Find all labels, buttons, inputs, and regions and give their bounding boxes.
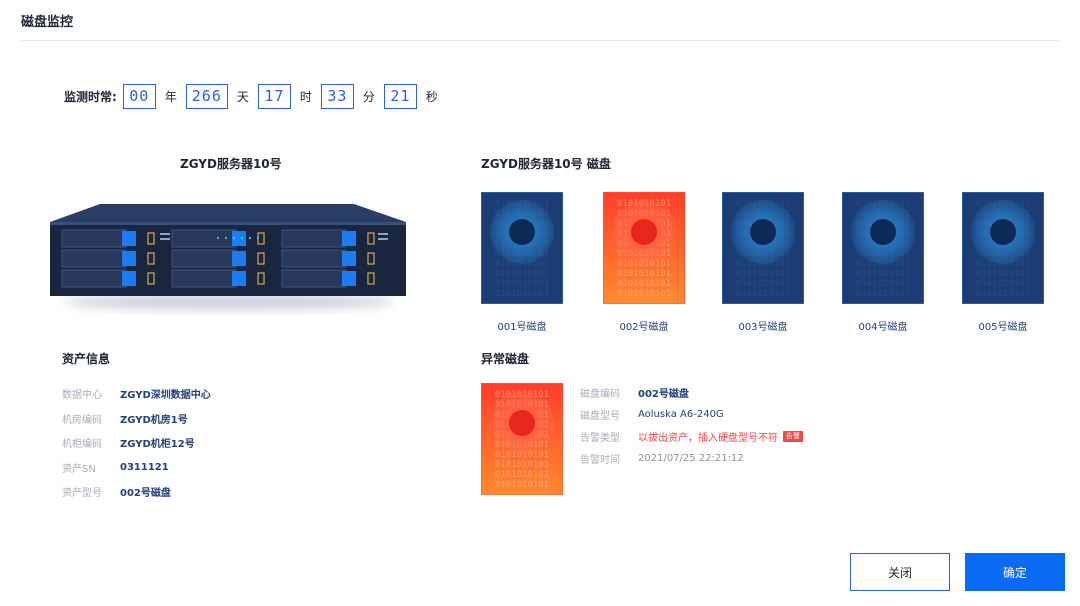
disk-4-label: 004号磁盘 [858, 322, 908, 333]
hours-value: 17 [257, 83, 291, 109]
asset-info-row: 数据中心 ZGYD深圳数据中心 [62, 386, 211, 401]
years-unit: 年 [164, 89, 177, 104]
monitor-duration: 监测时常: 00 年 266 天 17 时 33 分 21 秒 [64, 83, 447, 109]
svg-text:0101010101: 0101010101 [617, 269, 671, 279]
server-icon [50, 204, 406, 310]
asset-info-value: ZGYD机房1号 [120, 414, 188, 426]
disk-3-icon[interactable]: 0101010101010101010101010101010101010101… [722, 192, 804, 304]
svg-text:0101010101: 0101010101 [976, 289, 1030, 299]
minutes-unit: 分 [362, 89, 375, 104]
asset-info-key: 机房编码 [62, 414, 102, 426]
abnormal-time-row: 告警时间 2021/07/25 22:21:12 [580, 451, 744, 466]
monitor-label: 监测时常: [64, 89, 117, 104]
disk-3-label: 003号磁盘 [738, 322, 788, 333]
seconds-unit: 秒 [425, 89, 438, 104]
svg-text:0101010101: 0101010101 [495, 460, 549, 470]
asset-info-key: 数据中心 [62, 390, 102, 401]
asset-info-row: 机房编码 ZGYD机房1号 [62, 411, 188, 426]
minutes-value: 33 [320, 83, 354, 109]
asset-info-row: 资产SN 0311121 [62, 460, 169, 475]
abnormal-code-key: 磁盘编码 [580, 389, 620, 400]
abnormal-disk-title: 异常磁盘 [481, 352, 530, 366]
abnormal-type-row: 告警类型 以拔出资产，插入硬盘型号不符 告警 [580, 429, 803, 444]
svg-text:0101010101: 0101010101 [976, 279, 1030, 289]
disks-title: ZGYD服务器10号 磁盘 [481, 157, 611, 171]
abnormal-type-key: 告警类型 [580, 433, 620, 444]
abnormal-model-key: 磁盘型号 [580, 411, 620, 422]
asset-info-value: ZGYD深圳数据中心 [120, 390, 211, 401]
disk-5-icon[interactable]: 0101010101010101010101010101010101010101… [962, 192, 1044, 304]
svg-text:0101010101: 0101010101 [617, 279, 671, 289]
page-title: 磁盘监控 [21, 15, 74, 30]
disk-1-label: 001号磁盘 [497, 322, 547, 333]
abnormal-disk-icon: 0101010101010101010101010101010101010101… [481, 383, 563, 495]
abnormal-code-row: 磁盘编码 002号磁盘 [580, 385, 689, 400]
asset-info-key: 资产SN [62, 463, 96, 475]
svg-text:0101010101: 0101010101 [736, 269, 790, 279]
svg-text:0101010101: 0101010101 [495, 480, 549, 490]
svg-text:0101010101: 0101010101 [976, 269, 1030, 279]
asset-info-key: 机柜编码 [62, 439, 102, 450]
days-value: 266 [185, 83, 228, 109]
confirm-button[interactable]: 确定 [965, 553, 1065, 591]
asset-info-row: 资产型号 002号磁盘 [62, 484, 171, 499]
abnormal-time-value: 2021/07/25 22:21:12 [638, 453, 744, 464]
disk-1-icon[interactable]: 0101010101010101010101010101010101010101… [481, 192, 563, 304]
disk-2-label: 002号磁盘 [619, 322, 669, 333]
asset-info-value: 0311121 [120, 461, 169, 473]
asset-info-value: ZGYD机柜12号 [120, 439, 195, 450]
svg-text:0101010101: 0101010101 [856, 279, 910, 289]
abnormal-code-value: 002号磁盘 [638, 389, 689, 400]
abnormal-type-value: 以拔出资产，插入硬盘型号不符 [638, 433, 778, 444]
svg-text:0101010101: 0101010101 [736, 279, 790, 289]
svg-text:0101010101: 0101010101 [617, 289, 671, 299]
svg-text:0101010101: 0101010101 [856, 269, 910, 279]
server-title: ZGYD服务器10号 [180, 157, 282, 171]
close-button[interactable]: 关闭 [850, 553, 950, 591]
svg-text:0101010101: 0101010101 [856, 289, 910, 299]
abnormal-time-key: 告警时间 [580, 455, 620, 466]
hours-unit: 时 [299, 89, 312, 104]
svg-text:0101010101: 0101010101 [495, 470, 549, 480]
asset-info-value: 002号磁盘 [120, 488, 171, 499]
disk-5-label: 005号磁盘 [978, 322, 1028, 333]
asset-info-row: 机柜编码 ZGYD机柜12号 [62, 435, 195, 450]
svg-text:0101010101: 0101010101 [495, 289, 549, 299]
alert-badge: 告警 [783, 431, 803, 442]
svg-text:0101010101: 0101010101 [736, 289, 790, 299]
title-divider [21, 40, 1059, 41]
abnormal-model-value: Aoluska A6-240G [638, 409, 724, 420]
abnormal-model-row: 磁盘型号 Aoluska A6-240G [580, 407, 724, 422]
asset-info-title: 资产信息 [62, 352, 111, 366]
disk-2-icon[interactable]: 0101010101010101010101010101010101010101… [603, 192, 685, 304]
asset-info-key: 资产型号 [62, 488, 102, 499]
seconds-value: 21 [383, 83, 417, 109]
days-unit: 天 [236, 89, 249, 104]
svg-text:0101010101: 0101010101 [495, 269, 549, 279]
svg-text:0101010101: 0101010101 [495, 279, 549, 289]
years-value: 00 [122, 83, 156, 109]
disk-4-icon[interactable]: 0101010101010101010101010101010101010101… [842, 192, 924, 304]
